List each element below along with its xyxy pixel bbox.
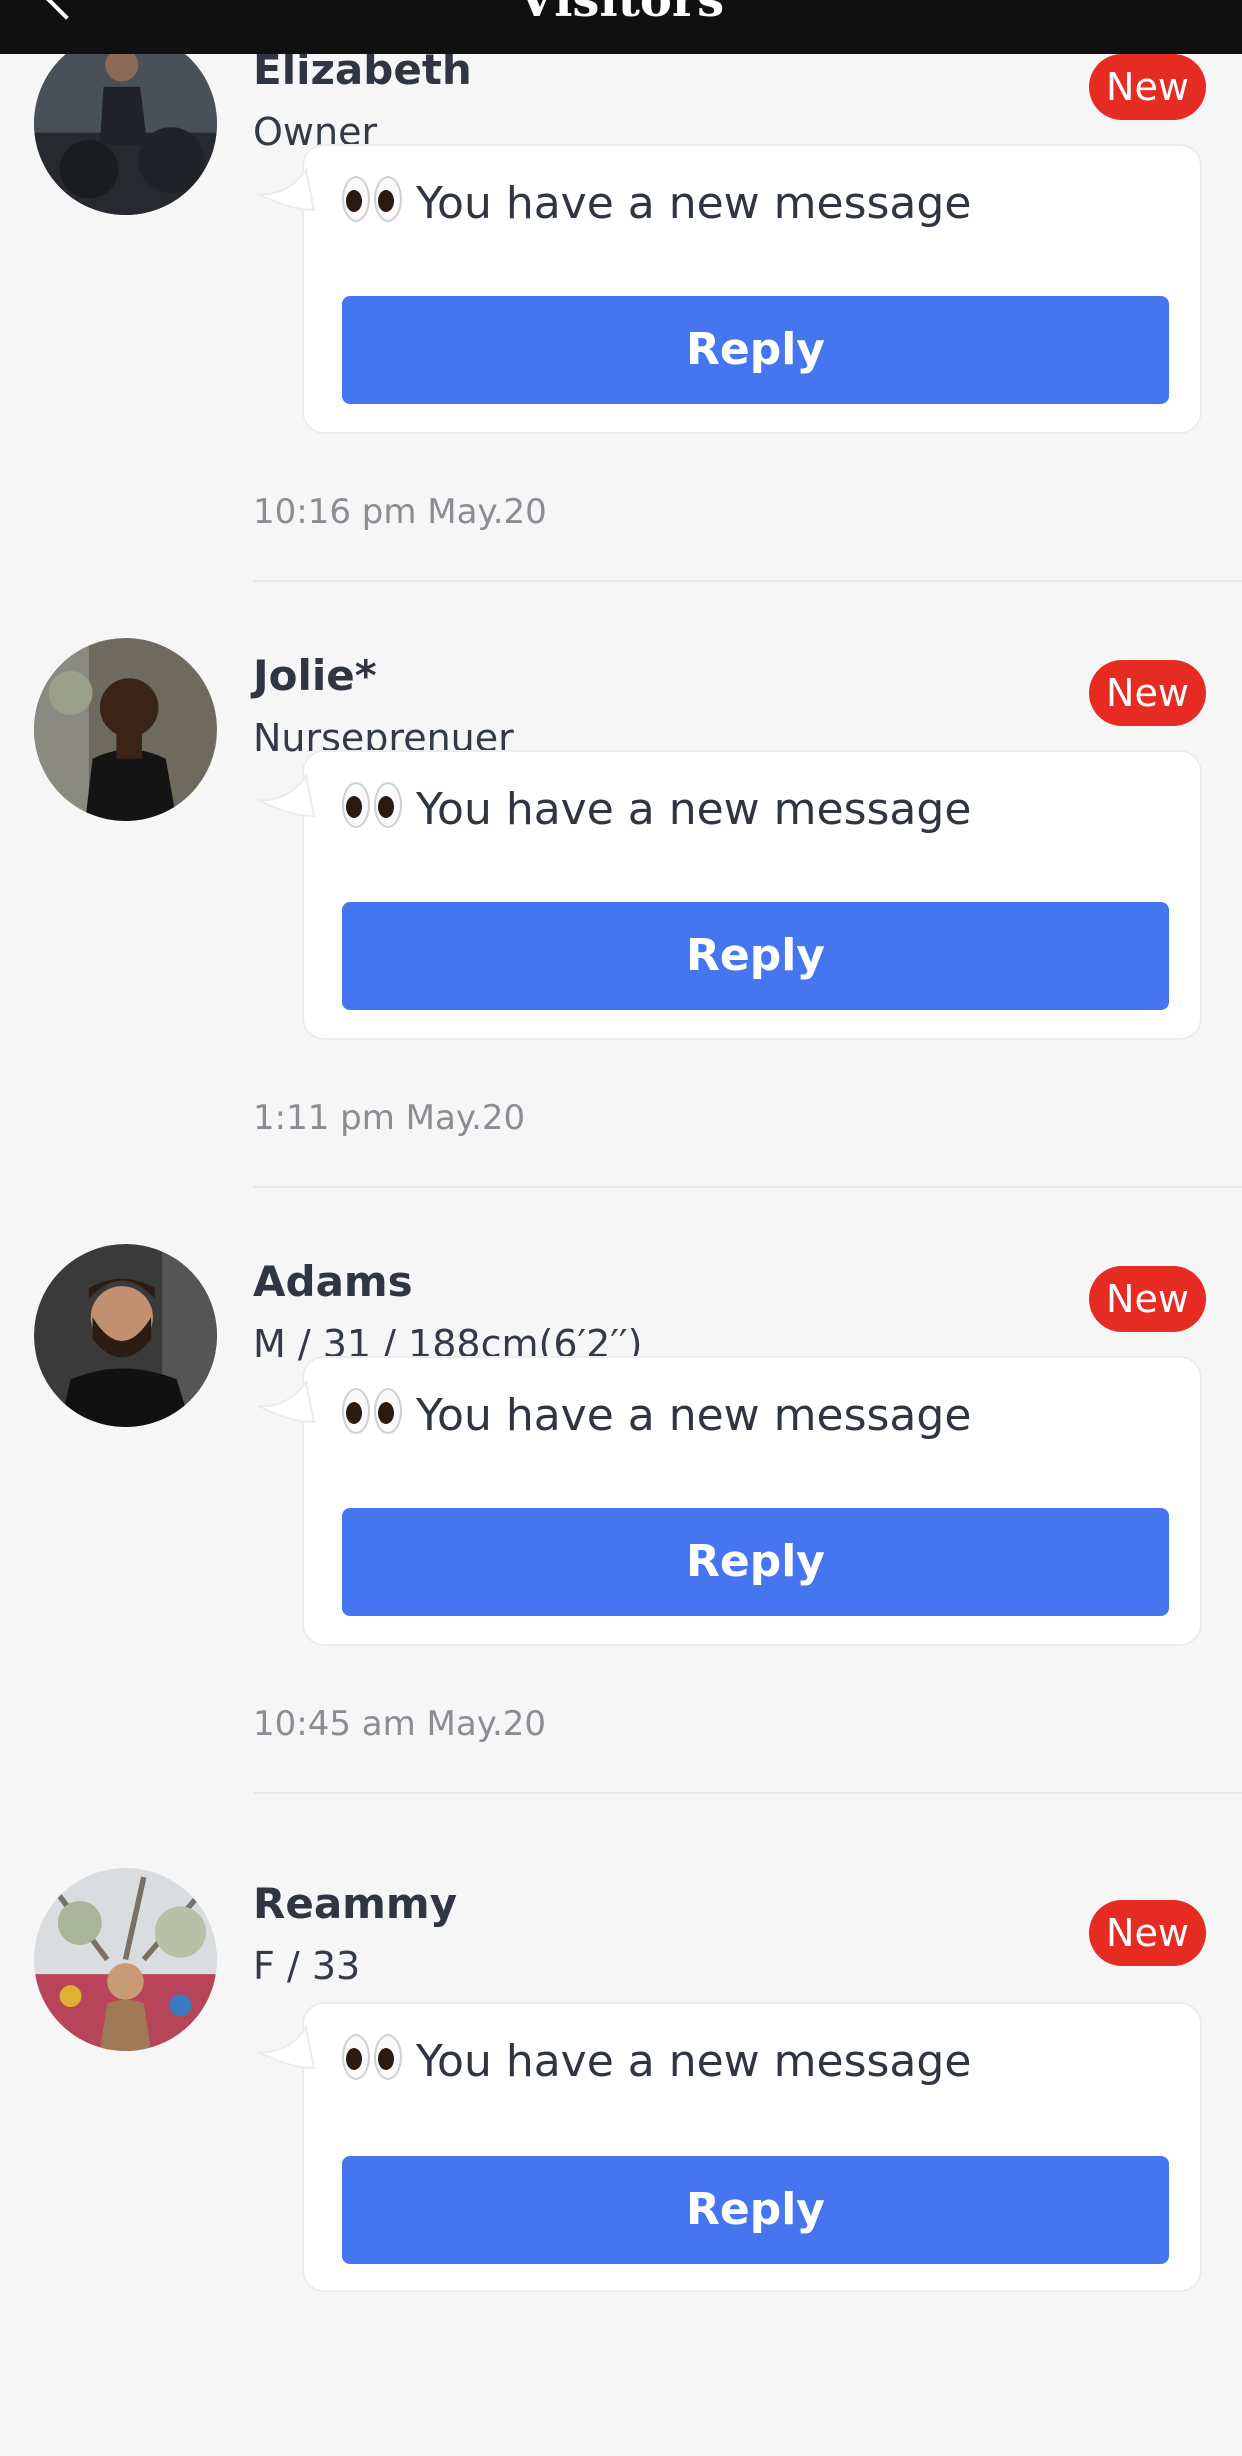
bubble-tail <box>257 2025 316 2070</box>
message-bubble: You have a new message Reply <box>257 2002 1202 2292</box>
visitor-item: Jolie* Nurseprenuer New You have a new m… <box>0 638 1242 1244</box>
message-text-row: You have a new message <box>342 174 971 234</box>
page-title: Visitors <box>517 0 725 28</box>
visitor-name[interactable]: Jolie* <box>253 650 377 702</box>
avatar[interactable] <box>34 32 217 215</box>
reply-button[interactable]: Reply <box>342 902 1169 1010</box>
eyes-emoji-icon <box>342 782 406 830</box>
visitor-subtitle: F / 33 <box>253 1944 361 1988</box>
message-bubble: You have a new message Reply <box>257 1356 1202 1646</box>
message-text: You have a new message <box>416 1390 972 1441</box>
eyes-emoji-icon <box>342 176 406 224</box>
bubble-tail <box>257 167 316 212</box>
reply-button[interactable]: Reply <box>342 1508 1169 1616</box>
divider <box>253 1792 1242 1794</box>
visitor-name[interactable]: Reammy <box>253 1878 457 1930</box>
reply-button[interactable]: Reply <box>342 296 1169 404</box>
divider <box>253 580 1242 582</box>
bubble-tail <box>257 773 316 818</box>
avatar[interactable] <box>34 1244 217 1427</box>
new-badge: New <box>1089 54 1206 120</box>
message-text: You have a new message <box>416 178 972 229</box>
eyes-emoji-icon <box>342 1388 406 1436</box>
avatar-photo <box>34 1244 217 1427</box>
nav-bar: Visitors <box>0 0 1242 54</box>
divider <box>253 1186 1242 1188</box>
visitor-name[interactable]: Adams <box>253 1256 413 1308</box>
reply-button[interactable]: Reply <box>342 2156 1169 2264</box>
timestamp: 10:45 am May.20 <box>253 1704 547 1744</box>
eyes-emoji-icon <box>342 2034 406 2082</box>
timestamp: 10:16 pm May.20 <box>253 492 547 532</box>
message-text: You have a new message <box>416 784 972 835</box>
timestamp: 1:11 pm May.20 <box>253 1098 526 1138</box>
new-badge: New <box>1089 1900 1206 1966</box>
avatar[interactable] <box>34 1868 217 2051</box>
avatar-photo <box>34 638 217 821</box>
new-badge: New <box>1089 660 1206 726</box>
new-badge: New <box>1089 1266 1206 1332</box>
message-text-row: You have a new message <box>342 780 971 840</box>
bubble-tail <box>257 1379 316 1424</box>
message-text-row: You have a new message <box>342 1386 971 1446</box>
avatar-photo <box>34 1868 217 2051</box>
message-text: You have a new message <box>416 2036 972 2087</box>
message-bubble: You have a new message Reply <box>257 144 1202 434</box>
visitor-item: Reammy F / 33 New You have a new message… <box>0 1850 1242 2456</box>
avatar-photo <box>34 32 217 215</box>
avatar[interactable] <box>34 638 217 821</box>
visitor-item: Elizabeth Owner New You have a new messa… <box>0 32 1242 638</box>
message-bubble: You have a new message Reply <box>257 750 1202 1040</box>
visitor-item: Adams M / 31 / 188cm(6′2′′) New You have… <box>0 1244 1242 1850</box>
message-text-row: You have a new message <box>342 2032 971 2092</box>
